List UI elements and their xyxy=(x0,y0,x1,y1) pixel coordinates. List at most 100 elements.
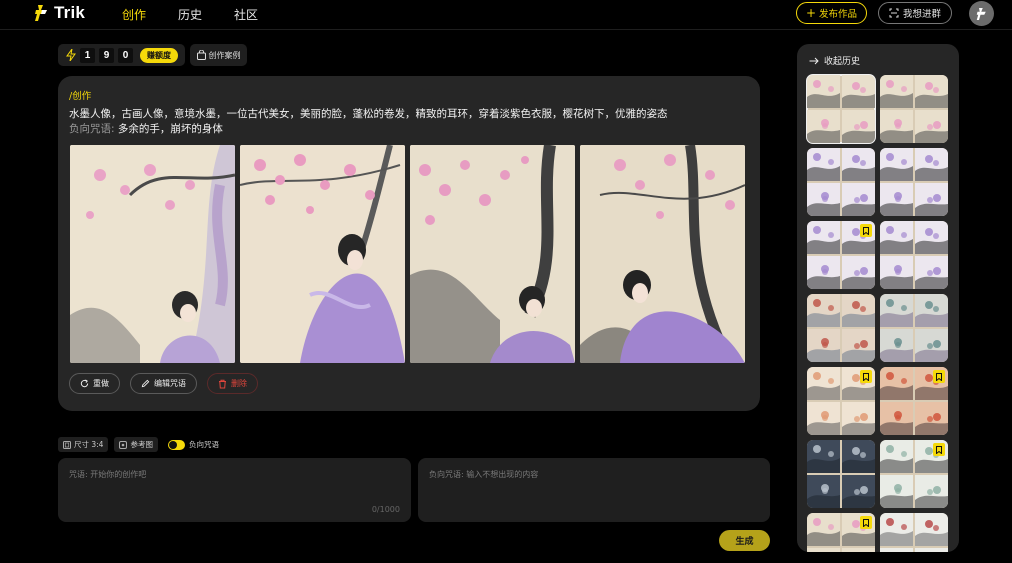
history-thumbnail[interactable] xyxy=(880,148,948,216)
generated-image[interactable] xyxy=(410,145,575,363)
thumbnail-quadrant xyxy=(915,294,948,327)
collapse-history-button[interactable]: 收起历史 xyxy=(809,54,860,67)
thumbnail-quadrant xyxy=(880,440,913,473)
trik-logo-icon xyxy=(35,5,47,21)
thumbnail-quadrant xyxy=(807,548,840,552)
thumbnail-quadrant xyxy=(880,256,913,289)
thumbnail-quadrant xyxy=(842,183,875,216)
bookmark-icon[interactable] xyxy=(860,516,872,529)
history-thumbnail[interactable] xyxy=(880,367,948,435)
history-thumbnail[interactable] xyxy=(807,148,875,216)
thumbnail-quadrant xyxy=(807,367,840,400)
redo-button[interactable]: 重做 xyxy=(69,373,120,394)
thumbnail-quadrant xyxy=(807,513,840,546)
generated-image[interactable] xyxy=(70,145,235,363)
thumbnail-quadrant xyxy=(842,440,875,473)
result-prompt: 水墨人像，古画人像，意境水墨，一位古代美女，美丽的脸，蓬松的卷发，精致的耳环，穿… xyxy=(69,108,668,120)
thumbnail-quadrant xyxy=(915,513,948,546)
result-card: /创作 水墨人像，古画人像，意境水墨，一位古代美女，美丽的脸，蓬松的卷发，精致的… xyxy=(58,76,760,411)
nav-history[interactable]: 历史 xyxy=(178,6,202,23)
thumbnail-quadrant xyxy=(842,548,875,552)
credit-digit: 1 xyxy=(80,47,95,63)
reference-image-option[interactable]: 参考图 xyxy=(114,437,158,452)
history-thumbnail[interactable] xyxy=(807,294,875,362)
generated-image[interactable] xyxy=(240,145,405,363)
prompt-char-count: 0/1000 xyxy=(371,505,400,514)
thumbnail-quadrant xyxy=(915,329,948,362)
creation-cases-button[interactable]: 创作案例 xyxy=(190,44,247,66)
thumbnail-quadrant xyxy=(842,256,875,289)
thumbnail-quadrant xyxy=(880,329,913,362)
history-thumbnail[interactable] xyxy=(807,513,875,552)
redo-label: 重做 xyxy=(93,379,109,388)
negative-label: 负向咒语: xyxy=(69,123,115,135)
bookmark-icon[interactable] xyxy=(933,370,945,383)
delete-label: 删除 xyxy=(231,379,247,388)
bookmark-icon[interactable] xyxy=(933,443,945,456)
toggle-switch[interactable] xyxy=(167,439,185,450)
avatar[interactable] xyxy=(969,1,994,26)
generate-button[interactable]: 生成 xyxy=(719,530,770,551)
history-thumbnail[interactable] xyxy=(880,221,948,289)
plus-icon: + xyxy=(805,6,817,20)
thumbnail-quadrant xyxy=(842,475,875,508)
thumbnail-quadrant xyxy=(915,256,948,289)
logo[interactable]: Trik xyxy=(34,3,85,23)
bookmark-icon[interactable] xyxy=(860,370,872,383)
thumbnail-quadrant xyxy=(880,475,913,508)
history-thumbnail[interactable] xyxy=(806,74,876,144)
user-logo-icon xyxy=(976,7,986,20)
result-tag: /创作 xyxy=(69,91,92,102)
history-thumbnail[interactable] xyxy=(807,440,875,508)
thumbnail-quadrant xyxy=(807,256,840,289)
main-nav: 创作 历史 社区 xyxy=(122,6,290,23)
delete-button[interactable]: 删除 xyxy=(207,373,258,394)
thumbnail-quadrant xyxy=(880,402,913,435)
thumbnail-quadrant xyxy=(807,402,840,435)
thumbnail-quadrant xyxy=(807,75,840,108)
nav-community[interactable]: 社区 xyxy=(234,6,258,23)
credit-digit: 0 xyxy=(118,47,133,63)
app-name: Trik xyxy=(54,3,86,22)
thumbnail-quadrant xyxy=(915,402,948,435)
size-option[interactable]: 尺寸 3:4 xyxy=(58,437,109,452)
history-panel: 收起历史 xyxy=(797,44,959,552)
prompt-input[interactable]: 咒语: 开始你的创作吧 0/1000 xyxy=(58,458,411,522)
history-thumbnail[interactable] xyxy=(880,513,948,552)
thumbnail-quadrant xyxy=(842,110,875,143)
negative-text: 多余的手，崩坏的身体 xyxy=(117,123,223,135)
earn-credits-button[interactable]: 赚额度 xyxy=(140,47,178,63)
thumbnail-quadrant xyxy=(842,148,875,181)
arrow-right-icon xyxy=(809,57,819,64)
edit-prompt-button[interactable]: 编辑咒语 xyxy=(130,373,197,394)
thumbnail-quadrant xyxy=(915,75,948,108)
history-thumbnail[interactable] xyxy=(807,221,875,289)
creation-cases-label: 创作案例 xyxy=(208,50,241,60)
credit-digit: 9 xyxy=(99,47,114,63)
publish-button[interactable]: + 发布作品 xyxy=(796,2,867,24)
thumbnail-quadrant xyxy=(842,402,875,435)
history-thumbnail[interactable] xyxy=(807,367,875,435)
generated-image[interactable] xyxy=(580,145,745,363)
thumbnail-quadrant xyxy=(807,294,840,327)
thumbnail-quadrant xyxy=(880,183,913,216)
thumbnail-quadrant xyxy=(915,183,948,216)
reference-image-icon xyxy=(119,440,128,449)
history-thumbnail[interactable] xyxy=(880,294,948,362)
bookmark-icon[interactable] xyxy=(860,224,872,237)
nav-create[interactable]: 创作 xyxy=(122,6,146,23)
thumbnail-quadrant xyxy=(880,221,913,254)
thumbnail-quadrant xyxy=(880,367,913,400)
negative-prompt-input[interactable]: 负向咒语: 输入不想出现的内容 xyxy=(418,458,770,522)
reference-image-label: 参考图 xyxy=(130,440,153,449)
aspect-ratio-icon xyxy=(63,440,71,449)
history-grid xyxy=(806,74,948,552)
thumbnail-quadrant xyxy=(880,110,913,143)
join-group-button[interactable]: 我想进群 xyxy=(878,2,952,24)
history-thumbnail[interactable] xyxy=(880,75,948,143)
trash-icon xyxy=(219,379,226,388)
negative-prompt-toggle[interactable]: 负向咒语 xyxy=(167,439,219,450)
result-images xyxy=(70,145,745,363)
thumbnail-quadrant xyxy=(807,148,840,181)
history-thumbnail[interactable] xyxy=(880,440,948,508)
